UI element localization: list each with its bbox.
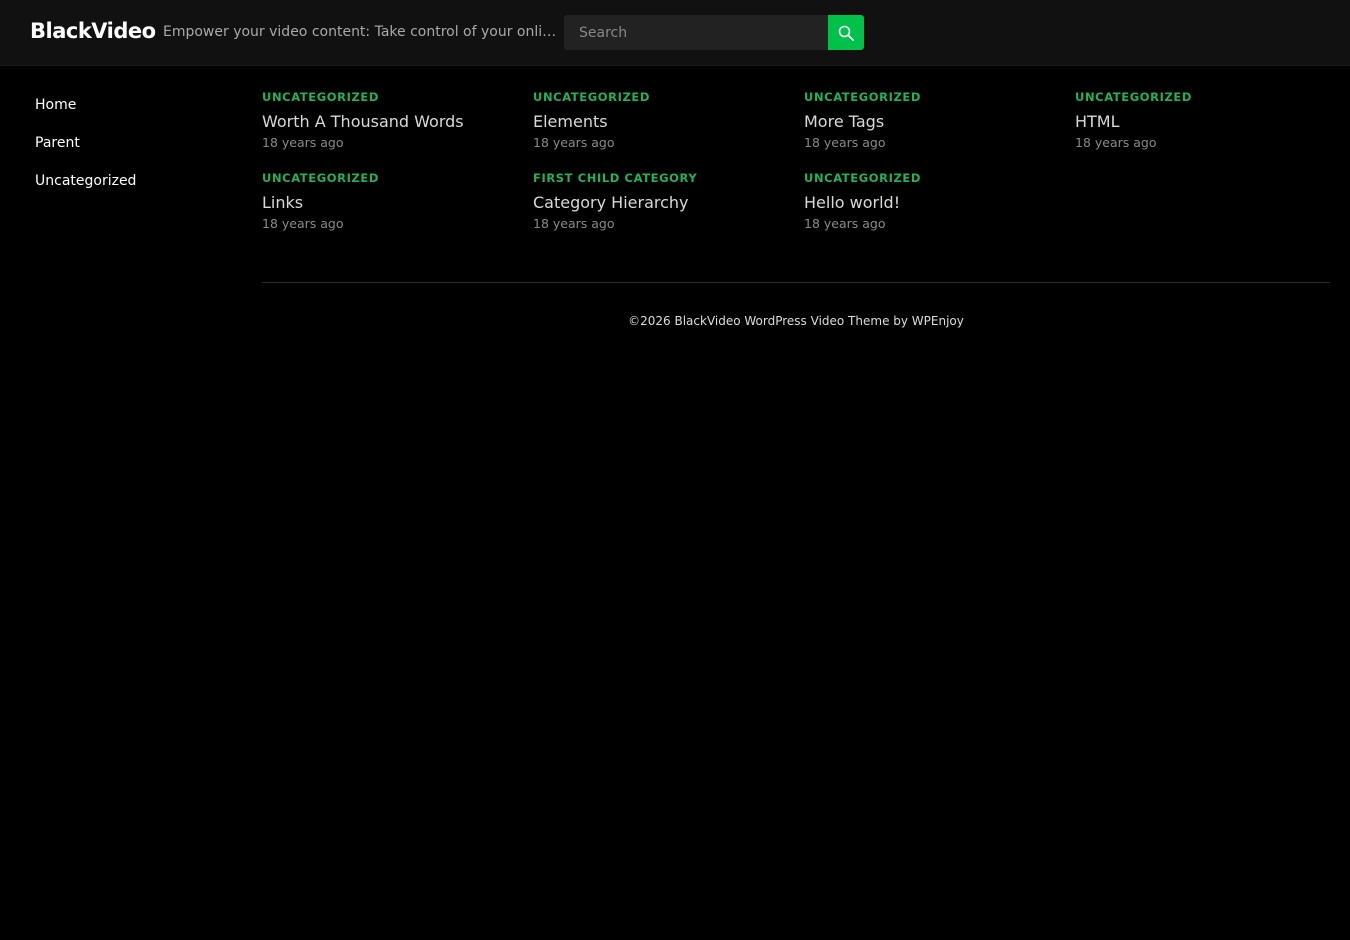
site-footer: ©2026 BlackVideo WordPress Video Theme b… xyxy=(262,314,1330,328)
post-date: 18 years ago xyxy=(262,216,344,231)
sidebar-item-home[interactable]: Home xyxy=(35,95,235,133)
post-card: Uncategorized Worth A Thousand Words 18 … xyxy=(262,88,512,151)
post-date: 18 years ago xyxy=(804,135,886,150)
post-title-link[interactable]: More Tags xyxy=(804,112,1054,132)
post-date: 18 years ago xyxy=(533,135,615,150)
sidebar-nav: Home Parent Uncategorized xyxy=(35,95,235,209)
post-title-link[interactable]: Worth A Thousand Words xyxy=(262,112,512,132)
post-date: 18 years ago xyxy=(804,216,886,231)
post-date: 18 years ago xyxy=(1075,135,1157,150)
post-category-link[interactable]: First Child Category xyxy=(533,169,783,187)
post-category-link[interactable]: Uncategorized xyxy=(804,169,1054,187)
post-category-link[interactable]: Uncategorized xyxy=(533,88,783,106)
post-date: 18 years ago xyxy=(533,216,615,231)
post-date: 18 years ago xyxy=(262,135,344,150)
search-button[interactable] xyxy=(828,15,864,50)
post-card: First Child Category Category Hierarchy … xyxy=(533,169,783,232)
post-category-link[interactable]: Uncategorized xyxy=(1075,88,1325,106)
site-tagline: Empower your video content: Take control… xyxy=(163,24,563,40)
post-title-link[interactable]: Links xyxy=(262,193,512,213)
post-card: Uncategorized Hello world! 18 years ago xyxy=(804,169,1054,232)
site-logo-link[interactable]: BlackVideo xyxy=(30,19,156,43)
post-title-link[interactable]: Elements xyxy=(533,112,783,132)
post-title-link[interactable]: Category Hierarchy xyxy=(533,193,783,213)
post-category-link[interactable]: Uncategorized xyxy=(262,88,512,106)
sidebar-item-parent[interactable]: Parent xyxy=(35,133,235,171)
post-category-link[interactable]: Uncategorized xyxy=(804,88,1054,106)
post-title-link[interactable]: HTML xyxy=(1075,112,1325,132)
site-header: BlackVideo Empower your video content: T… xyxy=(0,0,1350,66)
post-card: Uncategorized Links 18 years ago xyxy=(262,169,512,232)
footer-credits: ©2026 BlackVideo WordPress Video Theme b… xyxy=(628,314,964,328)
post-category-link[interactable]: Uncategorized xyxy=(262,169,512,187)
search-form xyxy=(564,15,864,50)
search-icon xyxy=(838,25,854,41)
post-title-link[interactable]: Hello world! xyxy=(804,193,1054,213)
search-input[interactable] xyxy=(564,15,828,50)
footer-divider xyxy=(262,282,1330,283)
post-card: Uncategorized More Tags 18 years ago xyxy=(804,88,1054,151)
post-card: Uncategorized HTML 18 years ago xyxy=(1075,88,1325,151)
sidebar-item-uncategorized[interactable]: Uncategorized xyxy=(35,171,235,209)
post-card: Uncategorized Elements 18 years ago xyxy=(533,88,783,151)
